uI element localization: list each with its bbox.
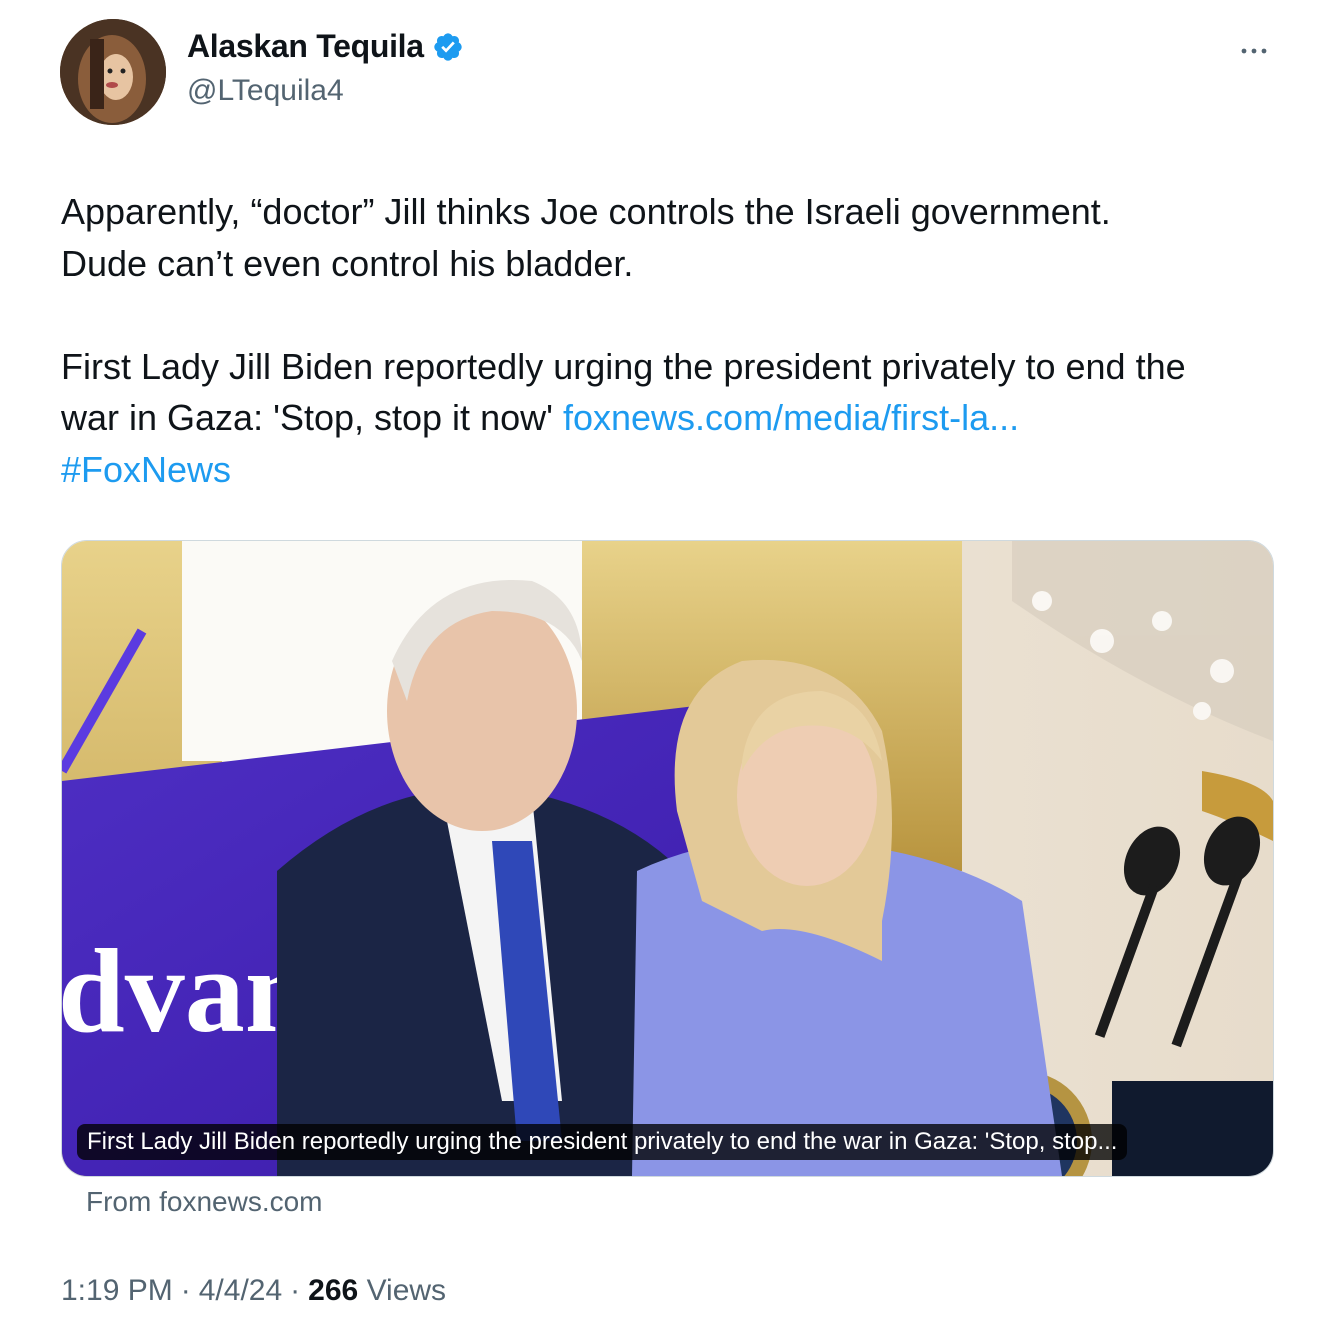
article-link[interactable]: foxnews.com/media/first-la... <box>563 397 1019 438</box>
card-source[interactable]: From foxnews.com <box>86 1186 323 1218</box>
banner-text: dvan <box>62 924 311 1057</box>
tweet-line-2: Dude can’t even control his bladder. <box>61 242 634 284</box>
verified-badge-icon <box>432 31 464 63</box>
views-label: Views <box>366 1274 447 1307</box>
meta-separator: · <box>180 1274 191 1307</box>
tweet-line-4: war in Gaza: 'Stop, stop it now' <box>61 397 563 438</box>
tweet-date[interactable]: 4/4/24 <box>199 1274 282 1308</box>
hashtag-link[interactable]: #FoxNews <box>61 449 231 490</box>
author-display-name[interactable]: Alaskan Tequila <box>187 28 424 65</box>
author-avatar[interactable] <box>60 19 166 125</box>
meta-separator: · <box>290 1274 301 1307</box>
tweet-line-3: First Lady Jill Biden reportedly urging … <box>61 345 1186 387</box>
more-options-icon[interactable] <box>1236 36 1272 66</box>
link-preview-card[interactable]: dvan First Lady Jill Biden reportedly ur <box>61 540 1274 1177</box>
tweet-line-1: Apparently, “doctor” Jill thinks Joe con… <box>61 191 1111 232</box>
tweet-time[interactable]: 1:19 PM <box>61 1274 173 1308</box>
tweet-meta: 1:19 PM · 4/4/24 · 266 Views <box>61 1274 446 1308</box>
author-handle[interactable]: @LTequila4 <box>187 74 344 108</box>
views-count: 266 <box>308 1274 359 1307</box>
author-name-row[interactable]: Alaskan Tequila <box>187 28 464 65</box>
card-caption: First Lady Jill Biden reportedly urging … <box>77 1124 1128 1160</box>
tweet-text: Apparently, “doctor” Jill thinks Joe con… <box>61 186 1271 495</box>
article-photo: dvan <box>62 541 1273 1176</box>
